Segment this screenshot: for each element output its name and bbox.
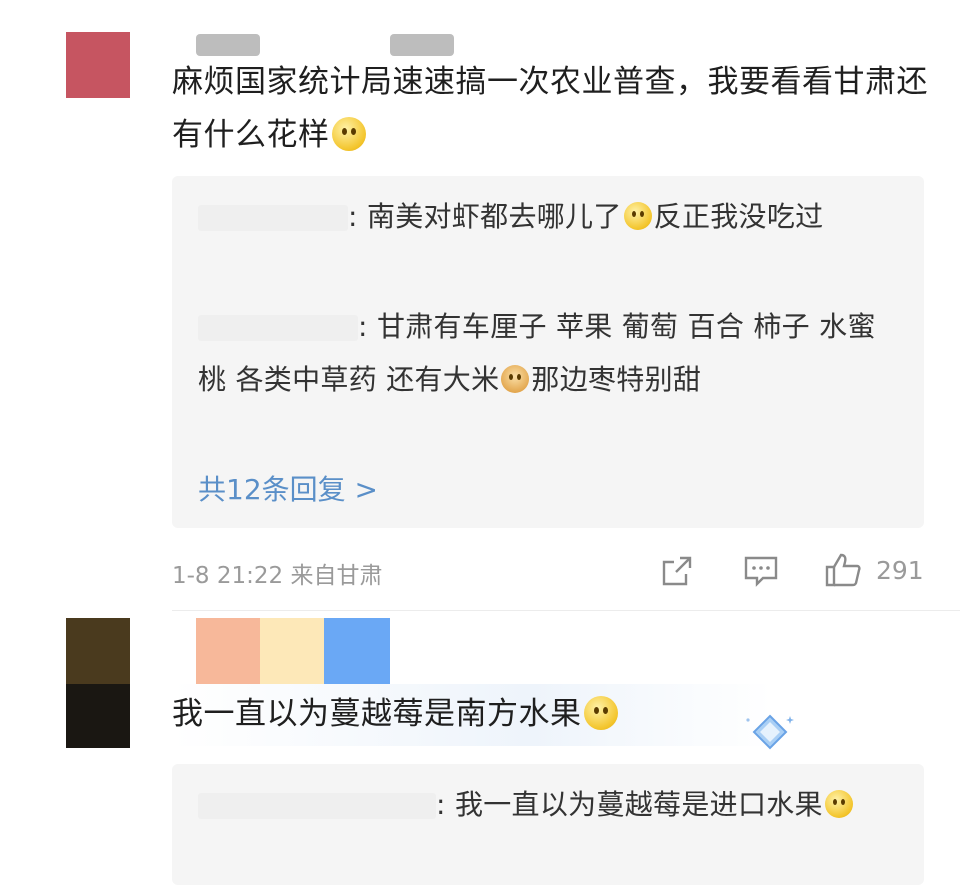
comment-timestamp: 1-8 21:22 来自甘肃 <box>172 563 383 589</box>
reply-item[interactable]: : 南美对虾都去哪儿了 反正我没吃过 <box>198 190 904 243</box>
comment-body: 麻烦国家统计局速速搞一次农业普查，我要看看甘肃还有什么花样 <box>172 64 928 153</box>
username-blurred[interactable] <box>196 34 260 56</box>
reply-separator: : <box>358 310 368 343</box>
share-icon[interactable] <box>660 554 694 588</box>
smile-emoji-icon <box>583 696 618 730</box>
reply-text: 南美对虾都去哪儿了 <box>366 200 622 233</box>
reply-username-masked[interactable] <box>198 315 358 341</box>
reply-text-continued: 反正我没吃过 <box>653 200 824 233</box>
comment-divider <box>172 610 960 611</box>
comment-icon[interactable] <box>743 554 779 588</box>
confused-emoji-icon <box>623 202 652 230</box>
avatar[interactable] <box>66 32 130 98</box>
reply-box[interactable]: : 南美对虾都去哪儿了 反正我没吃过 : 甘肃有车厘子 苹果 葡萄 百合 柿子 水… <box>172 176 924 528</box>
laugh-cry-emoji-icon <box>824 790 853 818</box>
reply-item[interactable]: : 甘肃有车厘子 苹果 葡萄 百合 柿子 水蜜桃 各类中草药 还有大米 那边枣特别… <box>198 300 904 406</box>
doge-emoji-icon <box>501 365 530 393</box>
reply-text-continued: 那边枣特别甜 <box>531 363 702 396</box>
comment-body: 我一直以为蔓越莓是南方水果 <box>172 696 582 732</box>
like-count: 291 <box>876 556 924 585</box>
reply-username-masked[interactable] <box>198 793 436 819</box>
reply-username-masked[interactable] <box>198 205 348 231</box>
reply-text: 我一直以为蔓越莓是进口水果 <box>454 788 823 821</box>
reply-box[interactable]: : 我一直以为蔓越莓是进口水果 <box>172 764 924 885</box>
like-icon[interactable] <box>824 552 862 588</box>
comment-text: 我一直以为蔓越莓是南方水果 <box>172 688 772 741</box>
reply-separator: : <box>348 200 358 233</box>
reply-separator: : <box>436 788 446 821</box>
reply-item[interactable]: : 我一直以为蔓越莓是进口水果 <box>198 778 904 831</box>
more-replies-link[interactable]: 共12条回复 > <box>198 468 378 508</box>
username-colored-badge[interactable] <box>196 618 390 684</box>
avatar[interactable] <box>66 618 130 748</box>
user-badge-blurred <box>390 34 454 56</box>
comment-text: 麻烦国家统计局速速搞一次农业普查，我要看看甘肃还有什么花样 <box>172 56 932 162</box>
diamond-badge-icon <box>746 714 794 750</box>
thinking-emoji-icon <box>331 117 366 151</box>
